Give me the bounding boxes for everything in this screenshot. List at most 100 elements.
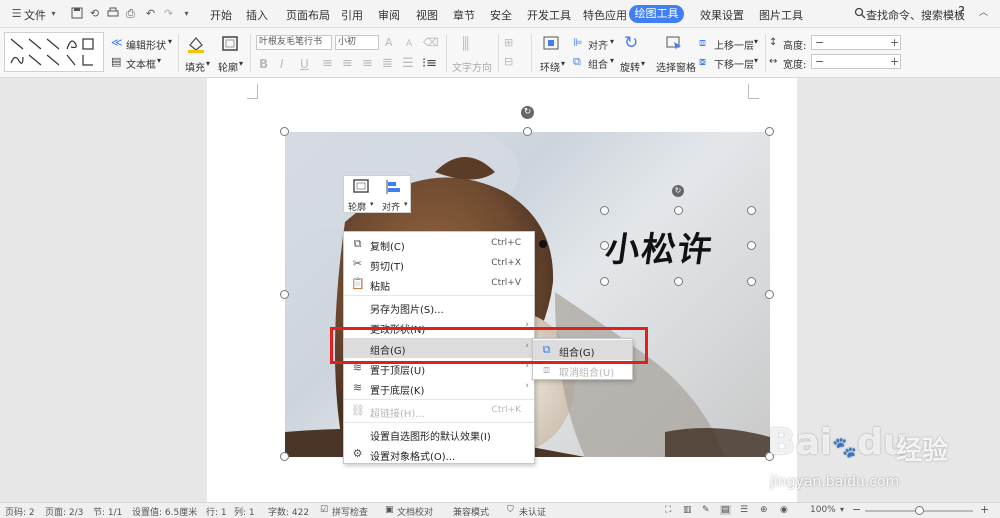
align-center-icon[interactable]: ≡: [342, 57, 353, 71]
fill-bucket-icon[interactable]: [186, 35, 206, 57]
textbox-rotate-handle-icon[interactable]: ↻: [672, 185, 684, 197]
menu-item-copy[interactable]: ⧉ 复制(C) Ctrl+C: [344, 234, 534, 254]
calligraphy-text[interactable]: 小松许: [603, 222, 718, 271]
tab-effects[interactable]: 效果设置: [700, 7, 744, 23]
undo-format-icon[interactable]: ⟲: [88, 7, 101, 20]
hamburger-icon[interactable]: ☰: [10, 7, 23, 20]
doc-check-icon[interactable]: ▣: [385, 505, 394, 515]
resize-handle[interactable]: [523, 127, 532, 136]
text-box-icon[interactable]: ▤: [111, 55, 121, 69]
align-right-icon[interactable]: ≡: [362, 57, 373, 71]
print-preview-icon[interactable]: ⎙: [124, 7, 137, 20]
edit-shape-button[interactable]: 编辑形状: [126, 37, 166, 52]
justify-icon[interactable]: ≣: [382, 57, 393, 71]
tab-drawing-tools[interactable]: 绘图工具: [629, 5, 684, 23]
tab-picture-tools[interactable]: 图片工具: [759, 7, 803, 23]
tab-special[interactable]: 特色应用: [583, 7, 627, 23]
height-input[interactable]: − +: [811, 35, 901, 50]
float-outline-button[interactable]: 轮廓: [348, 200, 366, 213]
chevron-down-icon[interactable]: ▾: [180, 7, 193, 20]
selection-pane-icon[interactable]: [666, 35, 682, 55]
zoom-in-button[interactable]: +: [980, 503, 989, 516]
resize-handle[interactable]: [280, 290, 289, 299]
bring-forward-button[interactable]: 上移一层: [714, 37, 754, 52]
menu-item-cut[interactable]: ✂ 剪切(T) Ctrl+X: [344, 254, 534, 274]
edit-icon[interactable]: ✎: [702, 505, 710, 515]
reading-view-icon[interactable]: ▥: [683, 505, 692, 515]
tab-chapter[interactable]: 章节: [453, 7, 475, 23]
print-icon[interactable]: [106, 7, 119, 20]
tab-review[interactable]: 审阅: [378, 7, 400, 23]
tab-home[interactable]: 开始: [210, 7, 232, 23]
underline-icon[interactable]: U: [300, 57, 309, 71]
align-left-icon[interactable]: ≡: [322, 57, 333, 71]
chevron-down-icon[interactable]: ▾: [754, 37, 758, 46]
menu-item-paste[interactable]: 📋 粘贴 Ctrl+V: [344, 274, 534, 294]
chevron-down-icon[interactable]: ▾: [206, 59, 210, 68]
menu-item-hyperlink[interactable]: ⛓ 超链接(H)... Ctrl+K: [344, 401, 534, 421]
rotate-handle-icon[interactable]: ↻: [521, 106, 534, 119]
outline-icon[interactable]: [353, 179, 369, 198]
fullscreen-icon[interactable]: ⛶: [665, 505, 671, 515]
textbox-resize-handle[interactable]: [600, 206, 609, 215]
height-decrement-button[interactable]: −: [815, 36, 824, 49]
chevron-down-icon[interactable]: ▾: [754, 56, 758, 65]
send-backward-button[interactable]: 下移一层: [714, 56, 754, 71]
chevron-down-icon[interactable]: ▾: [561, 59, 565, 68]
chevron-down-icon[interactable]: ▾: [239, 59, 243, 68]
redo-icon[interactable]: ↷: [162, 7, 175, 20]
menu-item-save-as-picture[interactable]: 另存为图片(S)...: [344, 297, 534, 317]
menu-item-default-effect[interactable]: 设置自选图形的默认效果(I): [344, 424, 534, 444]
bold-icon[interactable]: B: [259, 57, 268, 71]
width-increment-button[interactable]: +: [890, 55, 899, 68]
tab-view[interactable]: 视图: [416, 7, 438, 23]
clear-format-icon[interactable]: ⌫: [423, 36, 439, 50]
line-spacing-icon[interactable]: ⁝≡: [422, 57, 437, 71]
tab-references[interactable]: 引用: [341, 7, 363, 23]
tab-developer[interactable]: 开发工具: [527, 7, 571, 23]
group-button[interactable]: 组合: [588, 56, 608, 71]
textbox-resize-handle[interactable]: [747, 241, 756, 250]
align-icon[interactable]: [385, 179, 401, 198]
text-direction-button[interactable]: 文字方向: [452, 59, 492, 74]
search-command[interactable]: 查找命令、搜索模板: [866, 7, 965, 23]
eye-icon[interactable]: ◉: [780, 505, 788, 515]
font-name-select[interactable]: 叶根友毛笔行书: [256, 35, 332, 50]
cert-status[interactable]: 未认证: [519, 505, 546, 518]
chevron-down-icon[interactable]: ▾: [840, 505, 844, 514]
text-tool-icon[interactable]: ⊞: [504, 36, 513, 50]
outline-icon[interactable]: [221, 35, 239, 57]
web-view-icon[interactable]: ⊕: [760, 505, 768, 515]
doc-check-button[interactable]: 文档校对: [397, 505, 433, 518]
chevron-down-icon[interactable]: ▾: [168, 37, 172, 46]
align-icon[interactable]: ⊫: [573, 36, 583, 50]
align-button[interactable]: 对齐: [588, 37, 608, 52]
fill-button[interactable]: 填充: [185, 59, 205, 74]
chevron-down-icon[interactable]: ▾: [610, 37, 614, 46]
font-size-select[interactable]: 小初: [335, 35, 379, 50]
tab-page-layout[interactable]: 页面布局: [286, 7, 330, 23]
search-icon[interactable]: [853, 7, 866, 20]
tab-insert[interactable]: 插入: [246, 7, 268, 23]
textbox-resize-handle[interactable]: [674, 277, 683, 286]
chevron-down-icon[interactable]: ▾: [610, 56, 614, 65]
chevron-down-icon[interactable]: ▾: [404, 200, 408, 208]
undo-icon[interactable]: ↶: [144, 7, 157, 20]
rotate-icon[interactable]: ↻: [624, 34, 638, 52]
outline-button[interactable]: 轮廓: [218, 59, 238, 74]
text-tool2-icon[interactable]: ⊟: [504, 55, 513, 69]
save-icon[interactable]: [70, 7, 83, 20]
outline-view-icon[interactable]: ☰: [740, 505, 748, 515]
textbox-resize-handle[interactable]: [747, 277, 756, 286]
textbox-resize-handle[interactable]: [600, 241, 609, 250]
font-grow-icon[interactable]: A: [385, 36, 393, 50]
menu-item-send-to-back[interactable]: ≋ 置于底层(K) ›: [344, 378, 534, 398]
chevron-down-icon[interactable]: ▾: [157, 56, 161, 65]
textbox-resize-handle[interactable]: [674, 206, 683, 215]
resize-handle[interactable]: [765, 127, 774, 136]
shape-gallery[interactable]: [4, 32, 104, 72]
selection-pane-button[interactable]: 选择窗格: [656, 59, 696, 74]
page-number[interactable]: 页码: 2: [5, 505, 35, 518]
chevron-down-icon[interactable]: ▾: [47, 7, 60, 20]
help-icon[interactable]: ?: [958, 5, 965, 20]
